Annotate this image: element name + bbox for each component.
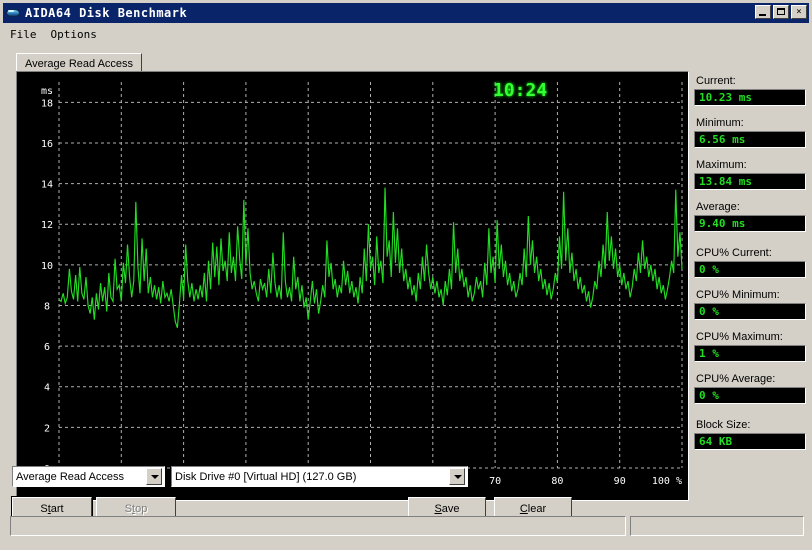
test-type-combo-value: Average Read Access [16,470,125,483]
benchmark-graph-svg: ms0246810121416180102030405060708090100 … [41,82,683,487]
chevron-down-icon[interactable] [146,468,162,485]
stat-value-minimum: 6.56 ms [694,131,806,148]
stat-value-maximum: 13.84 ms [694,173,806,190]
stat-label-current: Current: [696,75,736,87]
svg-text:12: 12 [41,220,53,231]
chevron-down-icon[interactable] [449,468,465,485]
svg-text:80: 80 [551,476,563,487]
svg-text:100 %: 100 % [652,476,682,487]
svg-text:8: 8 [44,301,50,312]
svg-text:90: 90 [614,476,626,487]
svg-text:70: 70 [489,476,501,487]
svg-text:4: 4 [44,383,50,394]
window-title: AIDA64 Disk Benchmark [25,6,188,20]
stop-button-label: Stop [124,502,148,515]
window-buttons: × [755,5,807,19]
disk-icon [5,6,21,20]
start-button-label: Start [40,502,64,515]
stat-label-average: Average: [696,201,740,213]
menu-bar: File Options [3,25,809,43]
stat-value-current: 10.23 ms [694,89,806,106]
title-bar[interactable]: AIDA64 Disk Benchmark × [3,3,809,23]
client-area: Average Read Access ms024681012141618010… [4,45,810,548]
menu-item-file[interactable]: File [3,26,44,43]
stat-label-cpu-minimum: CPU% Minimum: [696,289,780,301]
stat-label-minimum: Minimum: [696,117,744,129]
stat-label-cpu-current: CPU% Current: [696,247,772,259]
aida64-disk-benchmark-window: AIDA64 Disk Benchmark × File Options Ave… [0,0,812,550]
save-button-label: Save [434,502,460,515]
stat-label-block-size: Block Size: [696,419,751,431]
benchmark-graph: ms0246810121416180102030405060708090100 … [19,74,686,498]
stat-value-block-size: 64 KB [694,433,806,450]
svg-text:16: 16 [41,139,53,150]
svg-text:18: 18 [41,98,53,109]
stat-value-cpu-average: 0 % [694,387,806,404]
svg-text:10: 10 [41,261,53,272]
stat-value-average: 9.40 ms [694,215,806,232]
clear-button-label: Clear [519,502,547,515]
minimize-button[interactable] [755,5,771,19]
close-button[interactable]: × [791,5,807,19]
elapsed-timer: 10:24 [493,80,548,101]
stat-label-cpu-average: CPU% Average: [696,373,776,385]
svg-text:2: 2 [44,423,50,434]
stat-value-cpu-maximum: 1 % [694,345,806,362]
menu-item-options[interactable]: Options [44,26,104,43]
svg-text:ms: ms [41,86,53,97]
stat-value-cpu-current: 0 % [694,261,806,278]
drive-select-combo[interactable]: Disk Drive #0 [Virtual HD] (127.0 GB) [171,466,468,487]
test-type-combo[interactable]: Average Read Access [12,466,165,487]
stat-value-cpu-minimum: 0 % [694,303,806,320]
tab-average-read-access[interactable]: Average Read Access [16,53,143,72]
drive-select-combo-value: Disk Drive #0 [Virtual HD] (127.0 GB) [175,470,357,483]
status-pane-right [630,516,804,536]
status-bar [10,516,804,536]
svg-text:6: 6 [44,342,50,353]
maximize-button[interactable] [773,5,789,19]
stat-label-maximum: Maximum: [696,159,747,171]
stat-label-cpu-maximum: CPU% Maximum: [696,331,783,343]
benchmark-graph-panel: ms0246810121416180102030405060708090100 … [16,71,689,501]
status-pane-left [10,516,626,536]
tab-strip: Average Read Access [12,53,691,72]
statistics-panel: Current: 10.23 ms Minimum: 6.56 ms Maxim… [694,75,806,461]
svg-text:14: 14 [41,180,53,191]
